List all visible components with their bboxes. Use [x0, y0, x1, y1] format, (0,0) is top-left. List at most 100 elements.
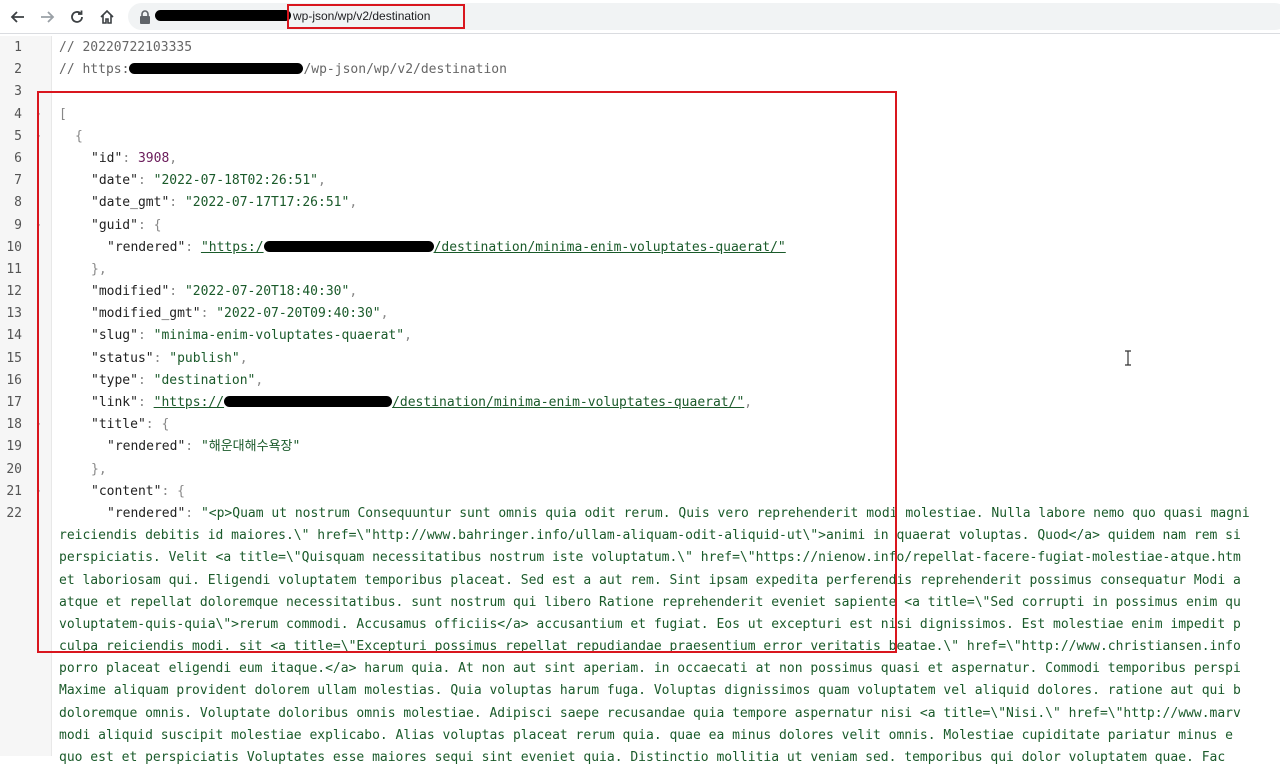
wrapped-line: perspiciatis. Velit <a title=\"Quisquam …: [0, 547, 1280, 569]
json-key: "guid": [91, 217, 138, 233]
json-entry-guid: "guid": {: [91, 217, 162, 233]
redacted-domain: [129, 63, 304, 75]
line-number: 6: [14, 150, 22, 166]
line-number: 20: [6, 461, 22, 477]
json-entry-title-rendered: "rendered": "해운대해수욕장": [107, 439, 301, 455]
line-number: 3: [14, 84, 22, 100]
line-number: 4: [14, 106, 22, 122]
wrapped-content: modi aliquid suscipit molestiae explicab…: [59, 727, 1233, 743]
forward-button[interactable]: [34, 4, 60, 30]
line-number: 16: [6, 372, 22, 388]
line-number: 13: [6, 306, 22, 322]
json-number: 3908: [137, 150, 170, 166]
wrapped-content: perspiciatis. Velit <a title=\"Quisquam …: [59, 550, 1241, 566]
json-string: "minima-enim-voluptates-quaerat": [153, 328, 405, 344]
code-line-15: 15 "status": "publish",: [0, 348, 1280, 370]
line-number: 7: [14, 173, 22, 189]
code-line-14: 14 "slug": "minima-enim-voluptates-quaer…: [0, 325, 1280, 347]
permalink-link[interactable]: "https:// /destination/minima-enim-volupt…: [154, 395, 745, 410]
url-comment-suffix: /wp-json/wp/v2/destination: [303, 62, 507, 78]
line-number: 19: [6, 439, 22, 455]
code-line-18: 18 ▾ "title": {: [0, 414, 1280, 436]
redacted-domain: [224, 396, 393, 407]
back-button[interactable]: [5, 4, 31, 30]
json-key: "slug": [91, 328, 138, 344]
line-number: 1: [14, 40, 22, 55]
line-number: 14: [6, 328, 22, 344]
line-number: 22: [6, 505, 22, 521]
line-number: 5: [14, 128, 22, 144]
fold-toggle-icon[interactable]: ▾: [36, 126, 41, 148]
wrapped-line: Maxime aliquam provident dolorem ullam m…: [0, 680, 1280, 702]
code-line-9: 9 ▾ "guid": {: [0, 215, 1280, 237]
json-entry-id: "id": 3908,: [91, 150, 178, 166]
home-button[interactable]: [94, 4, 120, 30]
wrapped-content: porro placeat eligendi eum itaque.</a> h…: [59, 661, 1241, 677]
json-key: "rendered": [107, 439, 186, 455]
json-string: "2022-07-17T17:26:51": [184, 195, 350, 211]
line-number: 11: [6, 261, 22, 277]
json-entry-type: "type": "destination",: [91, 372, 264, 388]
link-prefix: "https:/: [200, 239, 264, 255]
json-entry-status: "status": "publish",: [91, 350, 248, 366]
redacted-domain: [155, 10, 291, 21]
line-number: 10: [6, 239, 22, 255]
json-string: "<p>Quam ut nostrum Consequuntur sunt om…: [200, 505, 1250, 521]
wrapped-line: voluptatem-quis-quia\">rerum commodi. Ac…: [0, 614, 1280, 636]
json-entry-modified: "modified": "2022-07-20T18:40:30",: [91, 284, 358, 300]
fold-toggle-icon[interactable]: ▾: [36, 481, 41, 503]
json-key: "modified": [91, 284, 170, 300]
wrapped-content: reiciendis debitis id maiores.\" href=\"…: [59, 528, 1241, 544]
object-close-brace: },: [91, 261, 107, 277]
browser-toolbar: wp-json/wp/v2/destination: [0, 0, 1280, 34]
json-key: "status": [91, 350, 154, 366]
json-entry-title: "title": {: [91, 417, 170, 433]
code-line-8: 8 "date_gmt": "2022-07-17T17:26:51",: [0, 192, 1280, 214]
wrapped-line: culpa reiciendis modi. sit <a title=\"Ex…: [0, 636, 1280, 658]
text-cursor-icon: [1125, 350, 1131, 366]
fold-toggle-icon[interactable]: ▾: [36, 414, 41, 436]
wrapped-line: quo est et perspiciatis Voluptates esse …: [0, 747, 1280, 769]
url-comment: // https: /wp-json/wp/v2/destination: [59, 59, 507, 81]
code-line-10: 10 "rendered": "https://destination/mini…: [0, 237, 1280, 259]
code-line-11: 11 },: [0, 259, 1280, 281]
line-number: 18: [6, 417, 22, 433]
object-close-brace: },: [91, 461, 107, 477]
json-entry-date: "date": "2022-07-18T02:26:51",: [91, 173, 326, 189]
json-key: "title": [91, 417, 146, 433]
guid-link[interactable]: "https:/ /destination/minima-enim-volupta…: [201, 240, 786, 255]
line-number: 12: [6, 284, 22, 300]
code-line-20: 20 },: [0, 459, 1280, 481]
wrapped-content: et laboriosam qui. Eligendi voluptatem t…: [59, 572, 1241, 588]
link-suffix: /destination/minima-enim-voluptates-quae…: [433, 239, 786, 255]
json-key: "id": [91, 150, 123, 166]
code-line-6: 6 "id": 3908,: [0, 148, 1280, 170]
json-key: "type": [91, 372, 138, 388]
reload-button[interactable]: [64, 4, 90, 30]
code-line-22: 22 "rendered": "<p>Quam ut nostrum Conse…: [0, 503, 1280, 525]
json-entry-slug: "slug": "minima-enim-voluptates-quaerat"…: [91, 328, 412, 344]
code-line-12: 12 "modified": "2022-07-20T18:40:30",: [0, 281, 1280, 303]
json-entry-date-gmt: "date_gmt": "2022-07-17T17:26:51",: [91, 195, 358, 211]
object-open-brace: {: [75, 128, 83, 144]
json-viewer: 1 // 20220722103335 2 // https: /wp-json/…: [0, 37, 1280, 769]
url-comment-prefix: // https:: [59, 62, 130, 78]
line-number: 21: [6, 483, 22, 499]
json-key: "date_gmt": [91, 195, 170, 211]
fold-toggle-icon[interactable]: ▾: [36, 215, 41, 237]
link-prefix: "https://: [153, 395, 225, 410]
json-entry-modified-gmt: "modified_gmt": "2022-07-20T09:40:30",: [91, 306, 389, 322]
code-line-13: 13 "modified_gmt": "2022-07-20T09:40:30"…: [0, 303, 1280, 325]
wrapped-content: voluptatem-quis-quia\">rerum commodi. Ac…: [59, 616, 1241, 632]
timestamp-comment: // 20220722103335: [59, 40, 193, 55]
arrow-left-icon: [10, 11, 24, 23]
code-line-4: 4 ▾ [: [0, 104, 1280, 126]
line-number: 15: [6, 350, 22, 366]
json-entry-link: "link": "https:///destination/minima-eni…: [91, 395, 753, 410]
array-open-bracket: [: [59, 106, 67, 122]
json-string: "2022-07-20T09:40:30": [216, 306, 381, 322]
fold-toggle-icon[interactable]: ▾: [36, 104, 41, 126]
wrapped-line: et laboriosam qui. Eligendi voluptatem t…: [0, 570, 1280, 592]
line-number: 8: [14, 195, 22, 211]
line-number: 2: [14, 62, 22, 78]
